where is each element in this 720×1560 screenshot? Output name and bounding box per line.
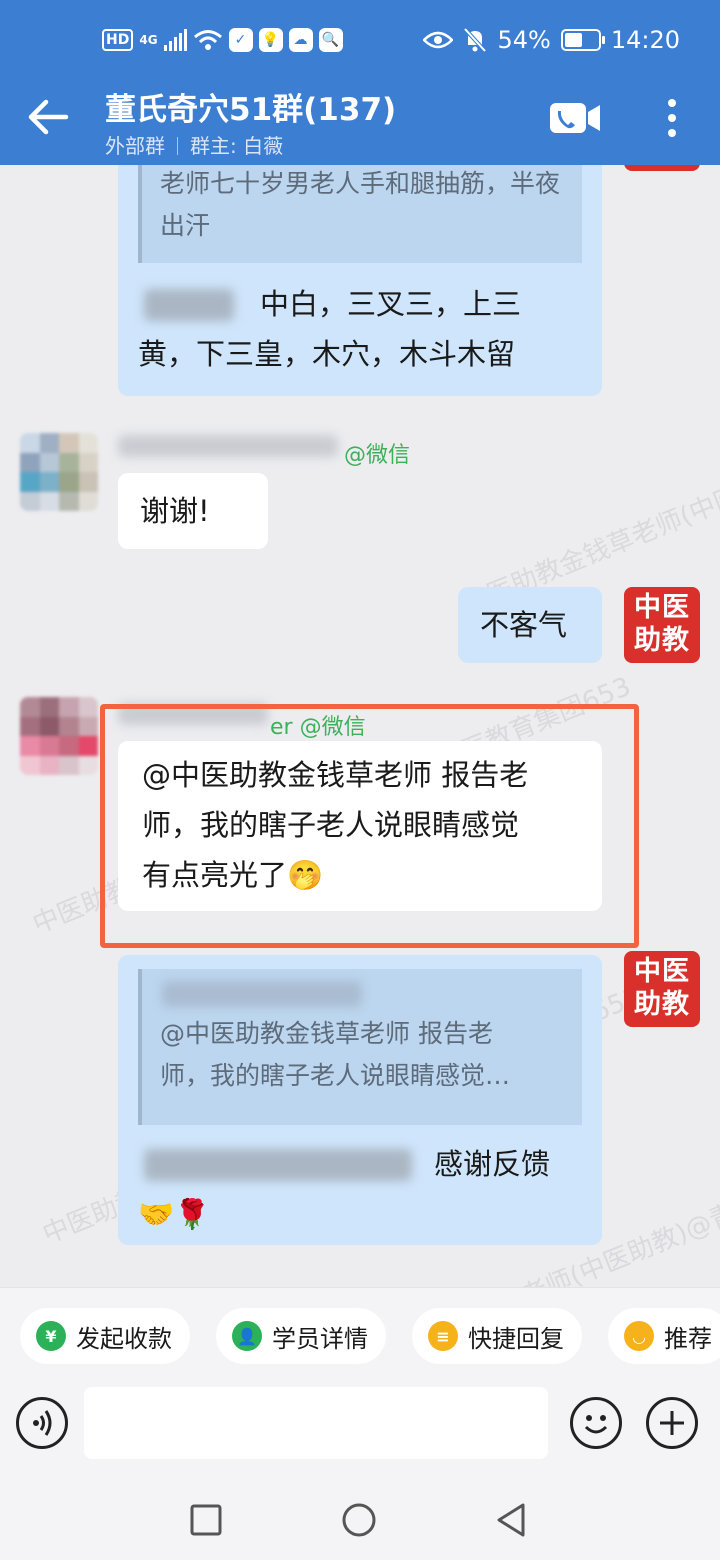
external-group-tag: 外部群 [105, 134, 165, 158]
message-text: 中白，三叉三，上三 黄，下三皇，木穴，木斗木留 [138, 287, 522, 371]
message-text: 感谢反馈 🤝🌹 [138, 1139, 582, 1239]
weather-app-icon: ☁ [288, 28, 313, 52]
avatar[interactable] [20, 433, 98, 511]
quick-reply-icon: ≡ [428, 1321, 458, 1351]
message-bubble-incoming[interactable]: 谢谢! [118, 473, 268, 549]
system-nav-bar [0, 1480, 720, 1560]
quick-action-bar[interactable]: ¥ 发起收款 👤 学员详情 ≡ 快捷回复 ◡ 推荐 [0, 1287, 720, 1385]
chat-area[interactable]: 中医助教金钱草老师(中医助教)@青岛中医教育集团653 中医助教金钱草老师(中医… [0, 165, 720, 1287]
message-bubble-outgoing[interactable]: 老师七十岁男老人手和腿抽筋，半夜出汗 中白，三叉三，上三 黄，下三皇，木穴，木斗… [118, 165, 602, 396]
wifi-icon [193, 30, 222, 50]
group-owner: 群主: 白薇 [190, 134, 284, 158]
yen-shield-icon: ¥ [36, 1321, 66, 1351]
page-title: 董氏奇穴51群(137) [105, 92, 397, 128]
signal-icon [163, 29, 187, 51]
quick-action-recommend[interactable]: ◡ 推荐 [608, 1308, 720, 1364]
sender-source: @微信 [344, 443, 411, 468]
battery-icon [560, 29, 605, 51]
quoted-message[interactable]: @中医助教金钱草老师 报告老 师，我的瞎子老人说眼睛感觉… [138, 969, 582, 1125]
mute-bell-icon [464, 27, 487, 53]
search-app-icon: 🔍 [318, 28, 343, 52]
message-input[interactable] [84, 1387, 548, 1459]
highlight-frame [100, 704, 639, 948]
back-triangle-icon[interactable] [494, 1501, 528, 1539]
message-text: 谢谢! [140, 494, 210, 528]
status-bar: HD 4G ✓ 💡 ☁ 🔍 54% 14:20 [0, 0, 720, 80]
battery-percent: 54% [497, 26, 551, 54]
voice-input-icon[interactable] [16, 1397, 68, 1449]
message-bubble-outgoing[interactable]: 不客气 [458, 587, 602, 663]
back-arrow-icon[interactable] [24, 94, 74, 140]
blurred-sender-name [118, 435, 338, 457]
plus-icon[interactable] [646, 1397, 698, 1449]
blurred-mention [144, 289, 234, 321]
message-text: 不客气 [480, 608, 568, 642]
video-call-icon[interactable] [548, 98, 604, 138]
assistant-badge [624, 165, 700, 171]
emoji: 🤝🌹 [138, 1197, 211, 1231]
quick-action-student-details[interactable]: 👤 学员详情 [216, 1308, 386, 1364]
blurred-quoted-sender [162, 981, 362, 1007]
home-circle-icon[interactable] [341, 1502, 377, 1538]
quick-action-quick-reply[interactable]: ≡ 快捷回复 [412, 1308, 582, 1364]
more-menu-icon[interactable] [658, 95, 686, 141]
network-type: 4G [139, 33, 158, 47]
recents-square-icon[interactable] [189, 1503, 223, 1537]
user-icon: 👤 [232, 1321, 262, 1351]
clock: 14:20 [610, 26, 680, 54]
quoted-message[interactable]: 老师七十岁男老人手和腿抽筋，半夜出汗 [138, 165, 582, 263]
group-subtitle: 外部群 群主: 白薇 [105, 130, 283, 159]
avatar[interactable] [20, 697, 98, 775]
blurred-mention [144, 1149, 412, 1181]
emoji-icon[interactable] [570, 1397, 622, 1449]
bulb-app-icon: 💡 [258, 28, 283, 52]
input-bar [0, 1385, 720, 1480]
header-bar: HD 4G ✓ 💡 ☁ 🔍 54% 14:20 董氏奇穴51群(137) 外部群… [0, 0, 720, 165]
quick-action-collect-payment[interactable]: ¥ 发起收款 [20, 1308, 190, 1364]
eye-icon [423, 31, 454, 49]
security-app-icon: ✓ [228, 28, 253, 52]
recommend-icon: ◡ [624, 1321, 654, 1351]
assistant-badge[interactable]: 中医 助教 [624, 587, 700, 663]
assistant-badge[interactable]: 中医 助教 [624, 951, 700, 1027]
message-bubble-outgoing[interactable]: @中医助教金钱草老师 报告老 师，我的瞎子老人说眼睛感觉… 感谢反馈 🤝🌹 [118, 955, 602, 1245]
hd-indicator: HD [102, 29, 134, 51]
